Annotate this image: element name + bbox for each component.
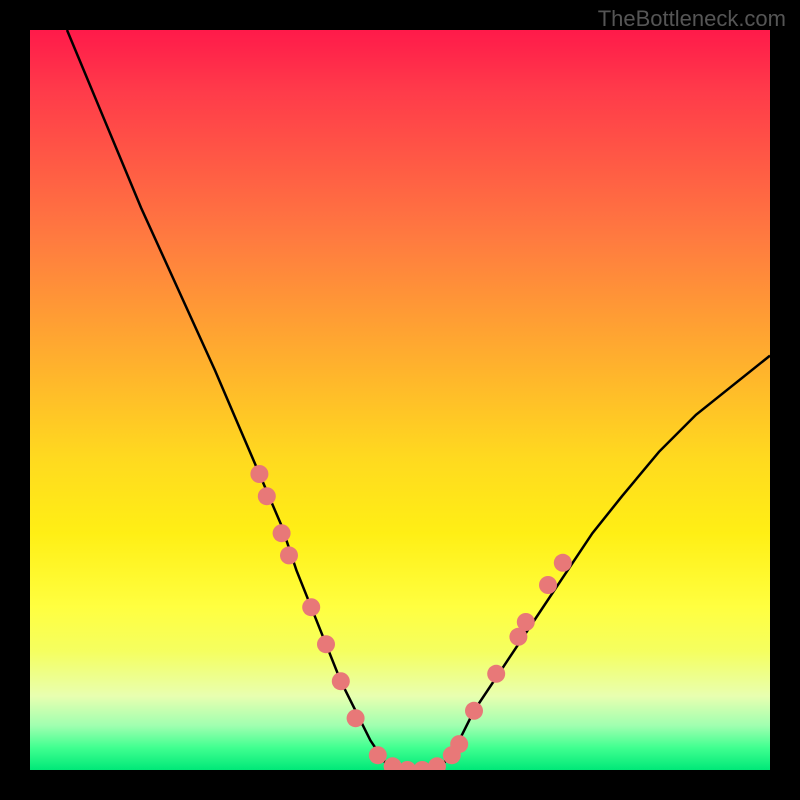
curve-marker [302,598,320,616]
curve-marker [250,465,268,483]
curve-marker [554,554,572,572]
curve-markers [250,465,571,770]
watermark-text: TheBottleneck.com [598,6,786,32]
curve-marker [347,709,365,727]
chart-plot-area [30,30,770,770]
chart-svg [30,30,770,770]
curve-marker [517,613,535,631]
curve-marker [487,665,505,683]
curve-marker [317,635,335,653]
curve-marker [450,735,468,753]
bottleneck-curve [67,30,770,770]
curve-marker [428,757,446,770]
curve-marker [258,487,276,505]
curve-marker [369,746,387,764]
curve-marker [280,546,298,564]
curve-marker [539,576,557,594]
curve-marker [465,702,483,720]
curve-marker [332,672,350,690]
curve-marker [273,524,291,542]
